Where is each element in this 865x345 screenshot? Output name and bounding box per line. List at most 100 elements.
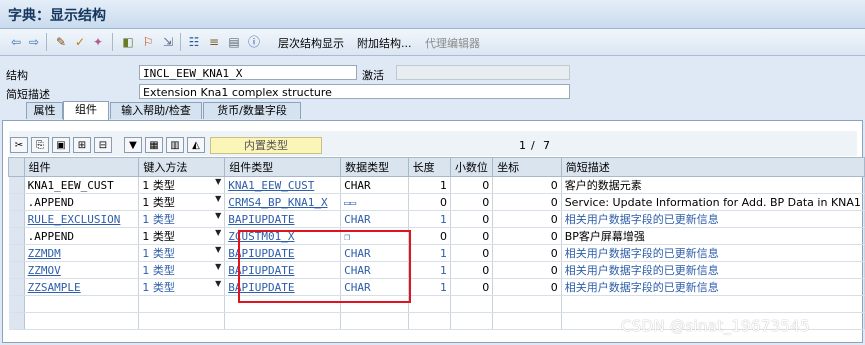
cell-short-description-text[interactable]: BP客户屏幕增强	[565, 230, 645, 243]
row-selector[interactable]	[8, 227, 25, 245]
cell-component[interactable]	[24, 295, 140, 313]
cell-length[interactable]: 1	[408, 176, 451, 194]
cell-length[interactable]: 1	[408, 210, 451, 228]
cell-component[interactable]: .APPEND	[24, 193, 140, 211]
cell-length-text[interactable]: 1	[440, 281, 447, 294]
dropdown-arrow-icon[interactable]: ▼	[215, 211, 221, 220]
cell-length-text[interactable]: 1	[440, 247, 447, 260]
cell-component-type-text[interactable]: CRMS4_BP_KNA1_X	[228, 196, 327, 209]
cell-decimals-text[interactable]: 0	[482, 179, 489, 192]
cell-typing-method[interactable]: 1 类型 ▼	[138, 261, 226, 279]
cell-data-type[interactable]: ▭▭	[340, 193, 409, 211]
cell-component-text[interactable]: KNA1_EEW_CUST	[28, 179, 114, 192]
cell-typing-method[interactable]	[138, 312, 226, 330]
cell-length[interactable]: 0	[408, 227, 451, 245]
builtin-type-button[interactable]: 内置类型	[210, 137, 322, 154]
navigate-icon[interactable]: ⇲	[160, 34, 176, 50]
cell-short-description-text[interactable]: 客户的数据元素	[565, 179, 642, 192]
cell-component[interactable]: ZZMDM	[24, 244, 140, 262]
cell-component-text[interactable]: RULE_EXCLUSION	[28, 213, 121, 226]
cell-short-description-text[interactable]: Service: Update Information for Add. BP …	[565, 196, 861, 209]
cell-typing-method[interactable]: 1 类型 ▼	[138, 278, 226, 296]
cell-length-text[interactable]: 1	[440, 179, 447, 192]
cell-coordinate-text[interactable]: 0	[551, 179, 558, 192]
cell-short-description[interactable]: 相关用户数据字段的已更新信息	[561, 261, 865, 279]
column-header-data-type[interactable]: 数据类型	[340, 157, 409, 177]
cell-coordinate[interactable]	[492, 295, 562, 313]
column-header-short-description[interactable]: 简短描述	[560, 157, 865, 177]
column-header-length[interactable]: 长度	[407, 157, 451, 177]
cell-component[interactable]	[24, 312, 140, 330]
cell-coordinate[interactable]: 0	[492, 176, 562, 194]
cell-length[interactable]: 0	[408, 193, 451, 211]
cell-typing-method-text[interactable]: 1 类型	[142, 230, 175, 243]
cell-typing-method[interactable]: 1 类型 ▼	[138, 193, 226, 211]
cell-coordinate[interactable]: 0	[492, 261, 562, 279]
cell-component[interactable]: RULE_EXCLUSION	[24, 210, 140, 228]
table-row[interactable]: ZZSAMPLE 1 类型 ▼ BAPIUPDATE CHAR 1 0 0 相关用户数据字段的已…	[8, 278, 865, 296]
cell-component-type[interactable]: CRMS4_BP_KNA1_X	[224, 193, 342, 211]
column-header-coordinate[interactable]: 坐标	[492, 157, 562, 177]
cell-length[interactable]	[408, 295, 451, 313]
cell-decimals-text[interactable]: 0	[482, 247, 489, 260]
cell-typing-method[interactable]	[138, 295, 226, 313]
cell-length[interactable]: 1	[408, 244, 451, 262]
tab-attributes[interactable]: 属性	[26, 102, 63, 119]
row-selector[interactable]	[8, 295, 25, 313]
tree-icon[interactable]: ≡	[206, 34, 222, 50]
tab-components[interactable]: 组件	[63, 101, 109, 120]
cell-decimals[interactable]: 0	[450, 193, 494, 211]
dropdown-arrow-icon[interactable]: ▼	[215, 245, 221, 254]
cell-data-type[interactable]: CHAR	[340, 210, 409, 228]
cell-typing-method-text[interactable]: 1 类型	[142, 264, 175, 277]
cell-decimals-text[interactable]: 0	[482, 230, 489, 243]
info-icon[interactable]: ⓘ	[246, 34, 262, 50]
cell-typing-method[interactable]: 1 类型 ▼	[138, 176, 226, 194]
cell-length-text[interactable]: 1	[440, 264, 447, 277]
cell-data-type[interactable]: CHAR	[340, 176, 409, 194]
short-description-field[interactable]: Extension Kna1 complex structure	[139, 84, 570, 99]
row-selector[interactable]	[8, 244, 25, 262]
hierarchy-display-button[interactable]: 层次结构显示	[278, 35, 344, 51]
dropdown-arrow-icon[interactable]: ▼	[215, 262, 221, 271]
table-row[interactable]: KNA1_EEW_CUST 1 类型 ▼ KNA1_EEW_CUST CHAR 1 0 0 客户…	[8, 176, 865, 194]
dropdown-arrow-icon[interactable]: ▼	[215, 194, 221, 203]
cell-coordinate-text[interactable]: 0	[551, 264, 558, 277]
cell-coordinate-text[interactable]: 0	[551, 213, 558, 226]
cell-typing-method-text[interactable]: 1 类型	[142, 179, 175, 192]
column-header-decimals[interactable]: 小数位	[449, 157, 494, 177]
row-selector[interactable]	[8, 210, 25, 228]
cell-length-text[interactable]: 0	[440, 196, 447, 209]
cell-coordinate-text[interactable]: 0	[551, 230, 558, 243]
cell-data-type[interactable]	[340, 312, 409, 330]
cell-decimals[interactable]: 0	[450, 278, 494, 296]
cell-typing-method-text[interactable]: 1 类型	[142, 196, 175, 209]
row-selector[interactable]	[8, 278, 25, 296]
proxy-editor-button[interactable]: 代理编辑器	[425, 35, 480, 51]
column-header-component[interactable]: 组件	[23, 157, 140, 177]
cell-decimals[interactable]: 0	[450, 210, 494, 228]
cell-coordinate-text[interactable]: 0	[551, 281, 558, 294]
cell-typing-method[interactable]: 1 类型 ▼	[138, 244, 226, 262]
cell-short-description[interactable]	[561, 295, 865, 313]
cell-length[interactable]	[408, 312, 451, 330]
cell-coordinate[interactable]: 0	[492, 193, 562, 211]
structure-name-field[interactable]: INCL_EEW_KNA1_X	[139, 65, 357, 80]
cell-component-text[interactable]: .APPEND	[28, 196, 74, 209]
tab-input-help-check[interactable]: 输入帮助/检查	[110, 102, 202, 119]
cell-typing-method-text[interactable]: 1 类型	[142, 213, 175, 226]
cell-data-type-text[interactable]: CHAR	[344, 179, 371, 192]
cell-component[interactable]: KNA1_EEW_CUST	[24, 176, 140, 194]
select-all-icon[interactable]: ▦	[145, 137, 163, 153]
row-selector[interactable]	[8, 261, 25, 279]
cell-decimals[interactable]: 0	[450, 261, 494, 279]
table-row[interactable]: ZZMOV 1 类型 ▼ BAPIUPDATE CHAR 1 0 0 相关用户数据字段的已更新信…	[8, 261, 865, 279]
cell-short-description[interactable]: 相关用户数据字段的已更新信息	[561, 278, 865, 296]
cell-component[interactable]: ZZSAMPLE	[24, 278, 140, 296]
cell-short-description[interactable]: BP客户屏幕增强	[561, 227, 865, 245]
cell-length-text[interactable]: 0	[440, 230, 447, 243]
table-row[interactable]: RULE_EXCLUSION 1 类型 ▼ BAPIUPDATE CHAR 1 0 0 相关用户…	[8, 210, 865, 228]
delete-row-icon[interactable]: ⊟	[94, 137, 112, 153]
cell-short-description[interactable]: Service: Update Information for Add. BP …	[561, 193, 865, 211]
cell-decimals-text[interactable]: 0	[482, 196, 489, 209]
